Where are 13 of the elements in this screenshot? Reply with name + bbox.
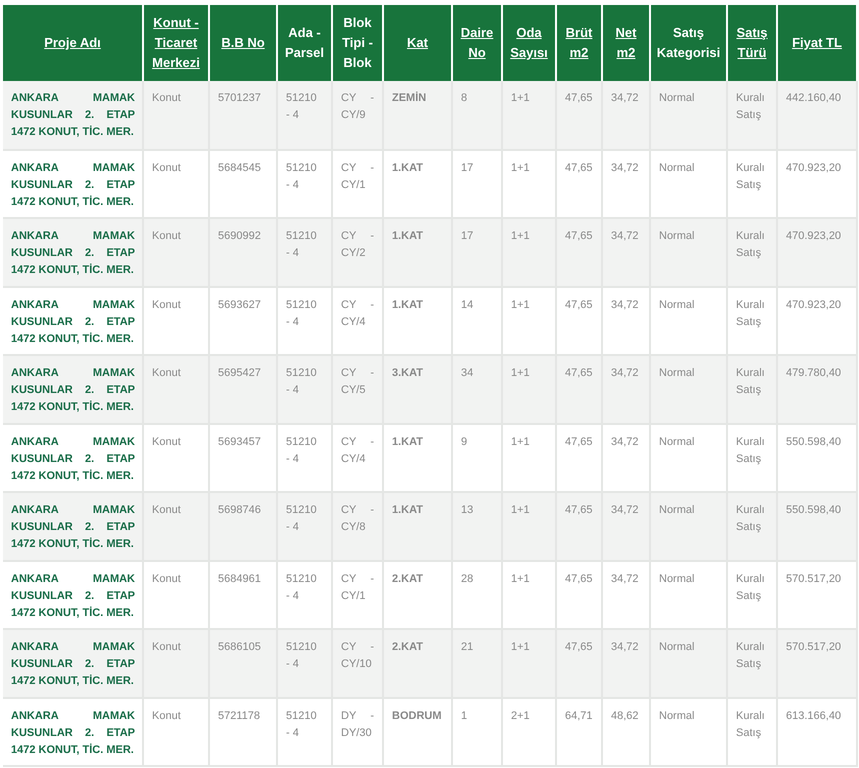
table-cell: Normal xyxy=(650,698,727,766)
table-cell: 1 xyxy=(452,698,502,766)
table-cell: 5721178 xyxy=(209,698,277,766)
table-cell: 613.166,40 xyxy=(777,698,857,766)
table-cell: 2+1 xyxy=(502,698,556,766)
table-cell: Kuralı Satış xyxy=(727,698,777,766)
table-cell: 51210 - 4 xyxy=(277,698,332,766)
table-cell: 64,71 xyxy=(556,698,602,766)
table-cell: BODRUM xyxy=(383,698,452,766)
project-name-cell: ANKARA MAMAK KUSUNLAR 2. ETAP 1472 KONUT, TİC. MER. xyxy=(3,698,143,766)
table-cell: DY - DY/30 xyxy=(332,698,383,766)
table-cell: 48,62 xyxy=(602,698,650,766)
table-cell: Konut xyxy=(143,698,209,766)
